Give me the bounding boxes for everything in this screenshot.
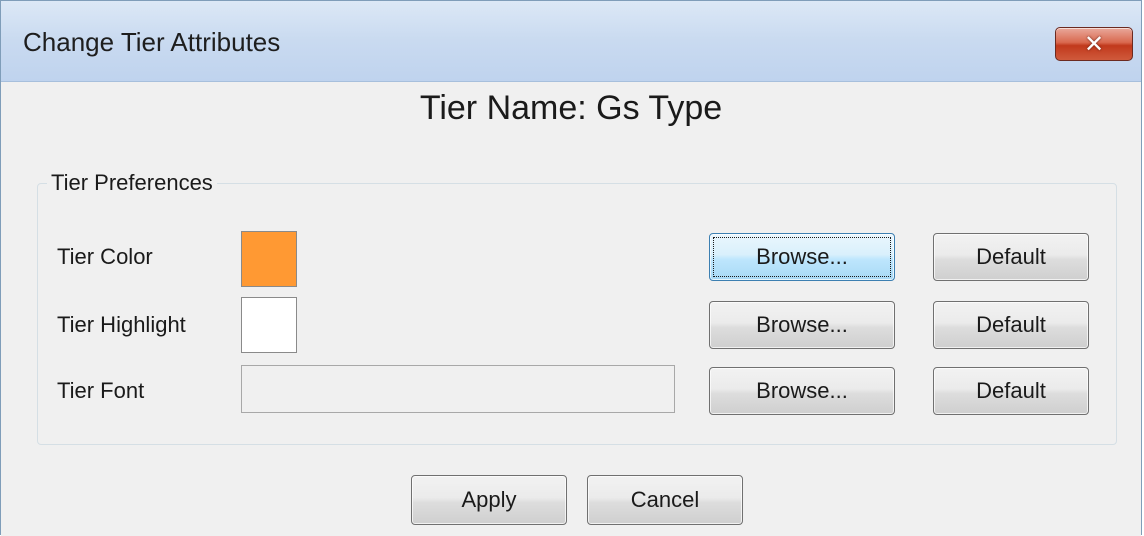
tier-font-field — [241, 365, 675, 413]
tier-color-default-button[interactable]: Default — [933, 233, 1089, 281]
tier-highlight-default-button[interactable]: Default — [933, 301, 1089, 349]
tier-highlight-browse-button[interactable]: Browse... — [709, 301, 895, 349]
tier-highlight-label: Tier Highlight — [57, 312, 186, 337]
tier-font-browse-button[interactable]: Browse... — [709, 367, 895, 415]
tier-font-label: Tier Font — [57, 378, 145, 403]
title-bar[interactable]: Change Tier Attributes ✕ — [1, 1, 1141, 82]
tier-color-label: Tier Color — [57, 244, 153, 269]
close-button[interactable]: ✕ — [1055, 27, 1133, 61]
dialog-window: Change Tier Attributes ✕ Tier Name: Gs T… — [0, 0, 1142, 536]
tier-color-swatch[interactable] — [241, 231, 297, 287]
tier-font-default-button[interactable]: Default — [933, 367, 1089, 415]
window-title: Change Tier Attributes — [23, 27, 281, 57]
tier-preferences-legend: Tier Preferences — [47, 170, 217, 196]
tier-highlight-swatch[interactable] — [241, 297, 297, 353]
close-icon: ✕ — [1083, 30, 1105, 58]
tier-name-heading: Tier Name: Gs Type — [419, 89, 723, 127]
tier-color-browse-button[interactable]: Browse... — [709, 233, 895, 281]
cancel-button[interactable]: Cancel — [587, 475, 743, 525]
apply-button[interactable]: Apply — [411, 475, 567, 525]
